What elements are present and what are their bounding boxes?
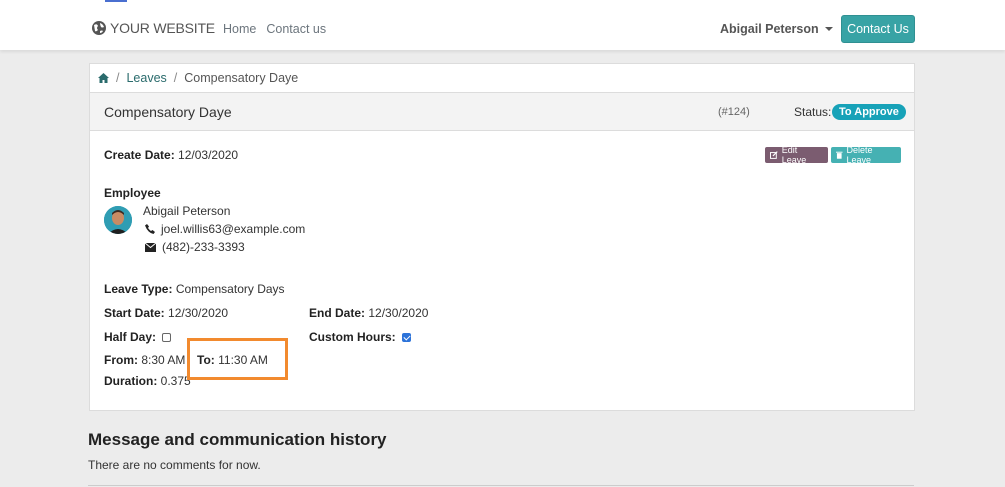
edit-icon [770, 151, 778, 159]
create-date-label: Create Date: [104, 148, 175, 162]
custom-hours: Custom Hours: [309, 330, 412, 344]
breadcrumb-leaves[interactable]: Leaves [126, 71, 166, 85]
breadcrumb-current: Compensatory Daye [184, 71, 299, 85]
avatar-image [104, 206, 132, 234]
user-menu[interactable]: Abigail Peterson [720, 22, 833, 36]
nav-contact[interactable]: Contact us [266, 22, 326, 36]
highlight-box [187, 338, 288, 380]
duration-label: Duration: [104, 374, 158, 388]
create-date: Create Date: 12/03/2020 [104, 148, 238, 162]
from-label: From: [104, 353, 138, 367]
top-accent-bar [105, 0, 127, 2]
employee-label: Employee [104, 186, 161, 200]
employee-phone: (482)-233-3393 [162, 240, 245, 254]
avatar [104, 206, 132, 234]
end-date-value: 12/30/2020 [368, 306, 429, 320]
from-value: 8:30 AM [141, 353, 186, 367]
caret-down-icon [824, 27, 833, 31]
leave-card-header: Compensatory Daye (#124) Status: To Appr… [90, 93, 914, 131]
duration: Duration: 0.375 [104, 374, 191, 388]
envelope-icon [145, 242, 156, 252]
employee-phone-row: (482)-233-3393 [145, 240, 245, 254]
employee-name: Abigail Peterson [143, 204, 231, 218]
end-date-label: End Date: [309, 306, 366, 320]
half-day-checkbox[interactable] [162, 333, 172, 342]
leave-type-value: Compensatory Days [175, 282, 285, 296]
half-day: Half Day: [104, 330, 172, 344]
custom-hours-checkbox[interactable] [402, 333, 412, 342]
start-date: Start Date: 12/30/2020 [104, 306, 228, 320]
history-empty-text: There are no comments for now. [88, 458, 261, 472]
status-badge: To Approve [832, 104, 906, 120]
phone-icon [145, 224, 155, 234]
delete-leave-label: Delete Leave [846, 145, 873, 165]
site-logo[interactable]: YOUR WEBSITE [91, 20, 215, 36]
breadcrumb: / Leaves / Compensatory Daye [89, 63, 915, 92]
half-day-label: Half Day: [104, 330, 157, 344]
trash-icon [836, 151, 843, 159]
divider [88, 485, 914, 486]
leave-title: Compensatory Daye [104, 104, 232, 120]
employee-email-row: joel.willis63@example.com [145, 222, 305, 236]
globe-icon [92, 21, 106, 35]
end-date: End Date: 12/30/2020 [309, 306, 428, 320]
employee-email: joel.willis63@example.com [161, 222, 306, 236]
breadcrumb-separator: / [173, 71, 178, 85]
status-label: Status: [794, 105, 832, 119]
start-date-label: Start Date: [104, 306, 165, 320]
leave-type: Leave Type: Compensatory Days [104, 282, 285, 296]
user-name: Abigail Peterson [720, 22, 819, 36]
home-icon[interactable] [98, 73, 109, 83]
start-date-value: 12/30/2020 [168, 306, 229, 320]
leave-ref: (#124) [718, 106, 750, 118]
main-nav: Home Contact us [223, 22, 326, 36]
custom-hours-label: Custom Hours: [309, 330, 396, 344]
from-time: From: 8:30 AM [104, 353, 185, 367]
employee-heading: Employee [104, 186, 161, 200]
edit-leave-label: Edit Leave [781, 145, 807, 165]
top-navbar: YOUR WEBSITE Home Contact us Abigail Pet… [0, 0, 1005, 50]
leave-type-label: Leave Type: [104, 282, 173, 296]
create-date-value: 12/03/2020 [178, 148, 239, 162]
nav-home[interactable]: Home [223, 22, 256, 36]
edit-leave-button[interactable]: Edit Leave [765, 145, 828, 165]
history-title: Message and communication history [88, 430, 387, 449]
delete-leave-button[interactable]: Delete Leave [831, 145, 901, 165]
breadcrumb-separator: / [116, 71, 120, 85]
contact-us-button[interactable]: Contact Us [841, 15, 915, 43]
logo-text: YOUR WEBSITE [110, 20, 215, 36]
